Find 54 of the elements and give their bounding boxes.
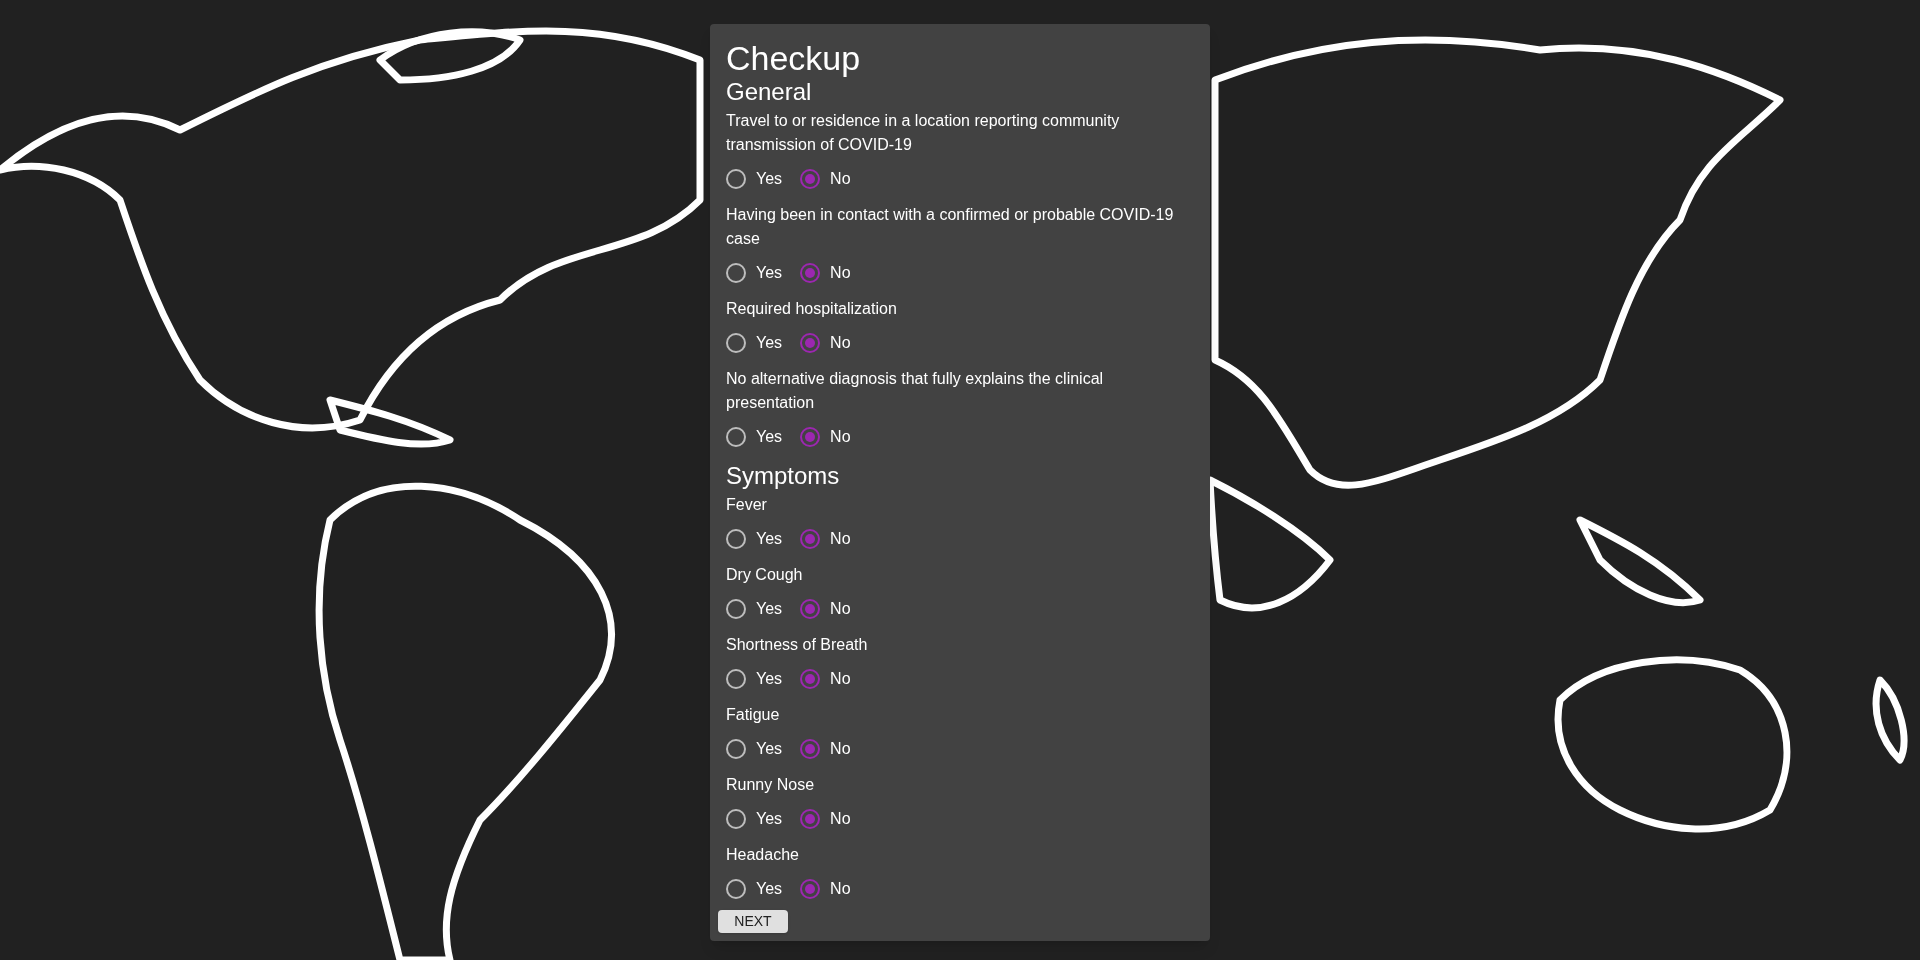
radio-option[interactable]: No [800,806,851,831]
radio-option[interactable]: Yes [726,526,783,551]
radio-button[interactable] [800,168,821,189]
radio-button[interactable] [800,668,821,689]
radio-button[interactable] [726,738,746,759]
radio-button[interactable] [726,528,746,549]
form-title: Checkup [726,38,862,78]
question-text: Headache [726,845,800,865]
radio-option[interactable]: No [800,666,851,691]
radio-button[interactable] [726,262,746,283]
question-text: Runny Nose [726,775,816,795]
radio-button[interactable] [800,528,821,549]
radio-option[interactable]: No [800,736,851,761]
radio-option[interactable]: No [800,424,851,449]
radio-button[interactable] [800,426,821,447]
radio-option[interactable]: No [800,596,851,621]
radio-option[interactable]: Yes [726,666,783,691]
radio-button[interactable] [726,426,746,447]
question-text: Required hospitalization [726,299,898,319]
radio-option[interactable]: Yes [726,330,783,355]
radio-button[interactable] [800,878,821,899]
question-text: Travel to or residence in a location reporting community transmission of COVID-19 [726,111,1121,155]
question-text: No alternative diagnosis that fully explains the clinical presentation [726,369,1105,413]
question-text: Dry Cough [726,565,804,585]
radio-button[interactable] [726,878,746,899]
radio-button[interactable] [726,598,746,619]
next-button[interactable]: NEXT [718,910,788,933]
question-text: Fever [726,495,768,515]
question-text: Fatigue [726,705,781,725]
radio-option[interactable]: Yes [726,166,783,191]
radio-button[interactable] [726,168,746,189]
radio-option[interactable]: Yes [726,596,783,621]
radio-button[interactable] [800,598,821,619]
radio-option[interactable]: Yes [726,736,783,761]
question-text: Shortness of Breath [726,635,869,655]
question-text: Having been in contact with a confirmed or probable COVID-19 case [726,205,1175,249]
radio-button[interactable] [800,738,821,759]
radio-button[interactable] [726,332,746,353]
radio-option[interactable]: No [800,526,851,551]
radio-button[interactable] [726,808,746,829]
radio-option[interactable]: No [800,330,851,355]
radio-button[interactable] [800,808,821,829]
radio-option[interactable]: No [800,876,851,901]
radio-button[interactable] [800,332,821,353]
radio-option[interactable]: Yes [726,424,783,449]
radio-button[interactable] [800,262,821,283]
radio-option[interactable]: Yes [726,260,783,285]
section-heading: General [726,78,813,106]
radio-option[interactable]: Yes [726,876,783,901]
radio-option[interactable]: No [800,260,851,285]
radio-option[interactable]: No [800,166,851,191]
section-heading: Symptoms [726,462,841,490]
radio-option[interactable]: Yes [726,806,783,831]
radio-button[interactable] [726,668,746,689]
